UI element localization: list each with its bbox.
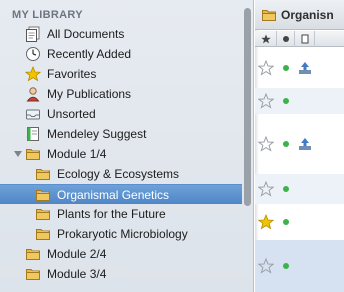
sidebar-item-module-3-4[interactable]: Module 3/4 — [0, 264, 242, 284]
collection-title: Organisn — [281, 7, 334, 22]
documents-icon — [25, 26, 41, 42]
clock-icon — [25, 46, 41, 62]
sidebar-item-label: Favorites — [47, 67, 97, 81]
star-outline-icon[interactable] — [258, 136, 274, 152]
upload-icon — [299, 62, 311, 74]
read-status-dot[interactable] — [283, 263, 289, 269]
sidebar-item-unsorted[interactable]: Unsorted — [0, 104, 242, 124]
sidebar-item-label: Plants for the Future — [57, 207, 166, 221]
sidebar-item-plants-for-the-future[interactable]: Plants for the Future — [0, 204, 242, 224]
folder-icon — [35, 187, 51, 203]
sidebar-item-mendeley-suggest[interactable]: Mendeley Suggest — [0, 124, 242, 144]
sidebar-item-ecology-ecosystems[interactable]: Ecology & Ecosystems — [0, 164, 242, 184]
folder-icon — [25, 246, 41, 262]
table-row[interactable] — [255, 174, 344, 204]
sidebar-item-my-publications[interactable]: My Publications — [0, 84, 242, 104]
read-status-dot[interactable] — [283, 186, 289, 192]
mendeley-window: MY LIBRARY All Documents Recently Added … — [0, 0, 344, 292]
folder-icon — [35, 226, 51, 242]
sidebar-item-label: Organismal Genetics — [57, 187, 170, 202]
folder-icon — [25, 146, 41, 162]
sidebar-item-label: My Publications — [47, 87, 132, 101]
folder-icon — [35, 206, 51, 222]
disclosure-triangle-icon[interactable] — [13, 149, 23, 159]
sidebar-scrollbar-thumb[interactable] — [244, 8, 251, 206]
upload-column-header[interactable] — [295, 30, 315, 47]
sidebar-item-label: Ecology & Ecosystems — [57, 167, 180, 181]
star-outline-icon[interactable] — [258, 181, 274, 197]
dot-icon — [282, 35, 289, 42]
column-header-overflow[interactable] — [315, 31, 344, 47]
sidebar-item-label: Module 2/4 — [47, 247, 107, 261]
sidebar-item-label: Module 1/4 — [47, 147, 107, 161]
read-status-dot[interactable] — [283, 65, 289, 71]
sidebar-item-label: Recently Added — [47, 47, 132, 61]
table-row[interactable] — [255, 204, 344, 240]
folder-icon — [35, 166, 51, 182]
read-status-dot[interactable] — [283, 219, 289, 225]
table-row[interactable] — [255, 48, 344, 88]
document-list-pane: Organisn — [255, 0, 344, 292]
upload-icon — [299, 138, 311, 150]
sidebar-item-prokaryotic-microbiology[interactable]: Prokaryotic Microbiology — [0, 224, 242, 244]
star-icon — [25, 66, 41, 82]
star-outline-icon[interactable] — [258, 93, 274, 109]
folder-icon — [25, 266, 41, 282]
star-filled-icon[interactable] — [258, 214, 274, 230]
sidebar-item-module-2-4[interactable]: Module 2/4 — [0, 244, 242, 264]
table-row[interactable] — [255, 114, 344, 174]
star-icon — [260, 34, 271, 43]
star-outline-icon[interactable] — [258, 258, 274, 274]
sidebar-item-label: Unsorted — [47, 107, 96, 121]
my-library-header: MY LIBRARY — [12, 9, 83, 21]
sidebar-item-recently-added[interactable]: Recently Added — [0, 44, 242, 64]
collection-title-bar: Organisn — [255, 0, 344, 30]
table-row[interactable] — [255, 240, 344, 292]
document-icon — [301, 34, 308, 43]
folder-icon — [261, 7, 277, 23]
read-status-dot[interactable] — [283, 141, 289, 147]
inbox-icon — [25, 106, 41, 122]
sidebar-item-label: Prokaryotic Microbiology — [57, 227, 188, 241]
column-header-row — [255, 30, 344, 47]
person-icon — [25, 86, 41, 102]
sidebar-item-all-documents[interactable]: All Documents — [0, 24, 242, 44]
read-status-column-header[interactable] — [277, 30, 295, 47]
sidebar-item-favorites[interactable]: Favorites — [0, 64, 242, 84]
star-outline-icon[interactable] — [258, 60, 274, 76]
sidebar-item-organismal-genetics[interactable]: Organismal Genetics — [0, 184, 242, 204]
sidebar-item-module-1-4[interactable]: Module 1/4 — [0, 144, 242, 164]
favorite-column-header[interactable] — [255, 30, 277, 47]
sidebar-item-label: All Documents — [47, 27, 125, 41]
read-status-dot[interactable] — [283, 98, 289, 104]
library-sidebar: MY LIBRARY All Documents Recently Added … — [0, 0, 254, 292]
sidebar-item-label: Mendeley Suggest — [47, 127, 147, 141]
suggest-icon — [25, 126, 41, 142]
sidebar-item-label: Module 3/4 — [47, 267, 107, 281]
table-row[interactable] — [255, 88, 344, 114]
